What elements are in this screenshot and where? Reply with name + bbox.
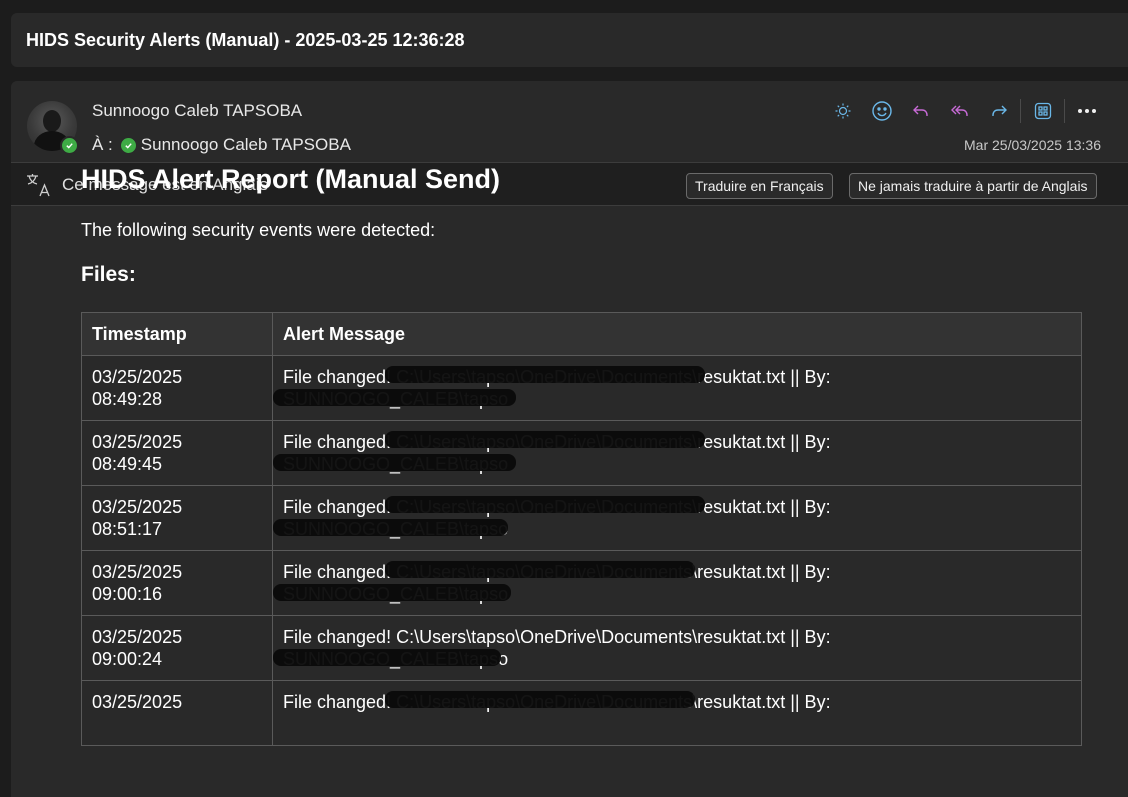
table-row: 03/25/202509:00:16 File changed! C:\User… xyxy=(81,550,1082,616)
table-row: 03/25/202508:51:17 File changed! C:\User… xyxy=(81,485,1082,551)
row-time: 08:49:45 xyxy=(92,454,163,474)
alert-message-cell: File changed! C:\Users\tapso\OneDrive\Do… xyxy=(272,355,1082,421)
redaction-mark xyxy=(385,691,695,708)
column-header-timestamp: Timestamp xyxy=(81,312,273,356)
toolbar-divider xyxy=(1064,99,1065,123)
timestamp-cell: 03/25/2025 08:49:45 xyxy=(81,420,273,486)
recipient-name[interactable]: Sunnoogo Caleb TAPSOBA xyxy=(141,135,351,155)
row-time: 08:49:28 xyxy=(92,389,163,409)
redaction-mark xyxy=(273,584,511,601)
row-date: 03/25/2025 xyxy=(92,497,183,517)
timestamp-cell: 03/25/2025 xyxy=(81,680,273,746)
redaction-mark xyxy=(385,431,705,448)
redaction-mark xyxy=(385,561,695,578)
presence-available-icon xyxy=(60,136,79,155)
table-row: 03/25/202508:49:45 File changed! C:\User… xyxy=(81,420,1082,486)
message-actions xyxy=(823,98,1106,124)
row-date: 03/25/2025 xyxy=(92,562,183,582)
redaction-mark xyxy=(385,366,705,383)
row-date: 03/25/2025 xyxy=(92,367,183,387)
apps-icon[interactable] xyxy=(1023,98,1062,124)
reply-all-icon[interactable] xyxy=(940,98,979,124)
redaction-mark xyxy=(273,649,501,666)
sent-date: Mar 25/03/2025 13:36 xyxy=(964,137,1101,153)
alert-message-cell: File changed! C:\Users\tapso\OneDrive\Do… xyxy=(272,615,1082,681)
alert-message-cell: File changed! C:\Users\tapso\OneDrive\Do… xyxy=(272,420,1082,486)
timestamp-cell: 03/25/2025 09:00:24 xyxy=(81,615,273,681)
redaction-mark xyxy=(273,454,516,471)
table-row: 03/25/202508:49:28 File changed! C:\User… xyxy=(81,355,1082,421)
timestamp-cell: 03/25/2025 09:00:16 xyxy=(81,550,273,616)
alert-message-cell: File changed! C:\Users\tapso\OneDrive\Do… xyxy=(272,485,1082,551)
table-header-row: Timestamp Alert Message xyxy=(81,312,1082,356)
report-title: HIDS Alert Report (Manual Send) xyxy=(81,164,501,194)
alerts-table: Timestamp Alert Message 03/25/2025 08:49:… xyxy=(81,312,1082,746)
timestamp-cell: 03/25/2025 08:51:17 xyxy=(81,485,273,551)
alert-message-cell: File changed! C:\Users\tapso\OneDrive\Do… xyxy=(272,680,1082,746)
intro-text: The following security events were detec… xyxy=(81,220,436,240)
row-time: 09:00:24 xyxy=(92,649,163,669)
redaction-mark xyxy=(273,519,508,536)
row-date: 03/25/2025 xyxy=(92,432,183,452)
redaction-mark xyxy=(273,389,516,406)
never-translate-button[interactable]: Ne jamais traduire à partir de Anglais xyxy=(849,173,1097,199)
alert-message: File changed! C:\Users\tapso\OneDrive\Do… xyxy=(283,627,831,647)
toolbar-divider xyxy=(1020,99,1021,123)
more-icon[interactable] xyxy=(1067,98,1106,124)
timestamp-cell: 03/25/2025 08:49:28 xyxy=(81,355,273,421)
row-date: 03/25/2025 xyxy=(92,627,183,647)
table-row: 03/25/2025 File changed! C:\Users\tapso\… xyxy=(81,680,1082,746)
summary-icon[interactable] xyxy=(823,98,862,124)
row-time: 09:00:16 xyxy=(92,584,163,604)
redaction-mark xyxy=(385,496,705,513)
row-date: 03/25/2025 xyxy=(92,692,183,712)
reply-icon[interactable] xyxy=(901,98,940,124)
recipient-presence-icon xyxy=(120,137,136,153)
email-subject: HIDS Security Alerts (Manual) - 2025-03-… xyxy=(11,13,1128,67)
to-label: À : xyxy=(92,135,113,154)
translate-icon xyxy=(25,172,53,198)
section-heading: Files: xyxy=(81,263,136,286)
column-header-alert-message: Alert Message xyxy=(272,312,1082,356)
forward-icon[interactable] xyxy=(979,98,1018,124)
recipient-line: À : Sunnoogo Caleb TAPSOBA xyxy=(92,135,351,155)
table-row: 03/25/2025 09:00:24 File changed! C:\User… xyxy=(81,615,1082,681)
emoji-icon[interactable] xyxy=(862,98,901,124)
translate-button[interactable]: Traduire en Français xyxy=(686,173,833,199)
sender-name[interactable]: Sunnoogo Caleb TAPSOBA xyxy=(92,101,302,121)
row-time: 08:51:17 xyxy=(92,519,163,539)
alert-message-cell: File changed! C:\Users\tapso\OneDrive\Do… xyxy=(272,550,1082,616)
